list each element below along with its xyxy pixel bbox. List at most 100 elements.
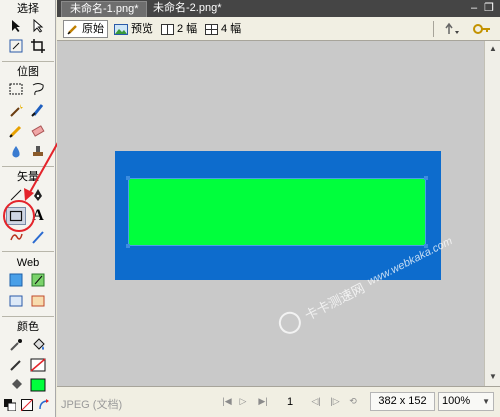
zoom-value: 100% xyxy=(442,395,471,407)
lasso-tool[interactable] xyxy=(28,80,48,98)
toolbox-section-colors: 颜色 xyxy=(17,321,39,333)
toolbox-section-select: 选择 xyxy=(17,3,39,15)
scroll-up-arrow-icon[interactable]: ▲ xyxy=(487,43,499,55)
view-4up-button[interactable]: 4 幅 xyxy=(202,20,244,38)
magic-wand-icon xyxy=(10,104,23,117)
pencil-tool[interactable] xyxy=(6,122,26,140)
fill-color-swatch[interactable] xyxy=(28,376,48,394)
pointer-tool[interactable] xyxy=(6,17,26,35)
hide-slices-icon xyxy=(9,295,23,307)
pencil-icon xyxy=(67,25,77,35)
scale-tool[interactable] xyxy=(6,37,26,55)
green-swatch-icon xyxy=(30,378,46,392)
brush-tool[interactable] xyxy=(28,101,48,119)
blur-tool[interactable] xyxy=(6,143,26,161)
fill-color-control[interactable] xyxy=(6,376,26,394)
preview-in-browser-button[interactable] xyxy=(469,20,497,38)
play-icon[interactable]: ▷ xyxy=(237,395,249,407)
view-2up-label: 2 幅 xyxy=(177,23,198,35)
subselect-arrow-icon xyxy=(33,19,44,33)
chevron-down-icon: ▼ xyxy=(482,397,490,406)
pointer-arrow-icon xyxy=(12,20,20,32)
stroke-color-control[interactable] xyxy=(6,356,26,374)
view-preview-button[interactable]: 预览 xyxy=(111,20,156,38)
hotspot-icon xyxy=(9,273,23,287)
hotspot-tool[interactable] xyxy=(6,271,26,289)
view-original-button[interactable]: 原始 xyxy=(63,20,108,38)
view-original-label: 原始 xyxy=(82,23,104,35)
green-rectangle[interactable] xyxy=(128,178,426,246)
view-preview-label: 预览 xyxy=(131,23,153,35)
status-bar: JPEG (文档) |◀ ▷ ▶| 1 ◁| |▷ ⟲ 382 x 152 10… xyxy=(57,386,500,417)
scroll-down-arrow-icon[interactable]: ▼ xyxy=(487,371,499,383)
document-tab-bar: 未命名-1.png* 未命名-2.png* – ❐ xyxy=(57,0,500,17)
minimize-button[interactable]: – xyxy=(468,1,480,15)
current-frame-number: 1 xyxy=(287,396,294,408)
eyedropper-icon xyxy=(10,339,22,351)
scale-icon xyxy=(9,39,23,53)
stroke-color-swatch[interactable] xyxy=(28,356,48,374)
view-4up-label: 4 幅 xyxy=(221,23,242,35)
swap-colors-icon xyxy=(39,399,49,410)
no-stroke-fill-button[interactable] xyxy=(19,396,35,414)
vertical-scrollbar[interactable]: ▲ ▼ xyxy=(484,41,500,386)
restore-button[interactable]: ❐ xyxy=(483,1,495,15)
image-preview-icon xyxy=(114,23,128,35)
crop-tool[interactable] xyxy=(28,37,48,55)
subselect-tool[interactable] xyxy=(28,17,48,35)
eraser-tool[interactable] xyxy=(28,122,48,140)
swap-colors-button[interactable] xyxy=(36,396,52,414)
default-colors-icon xyxy=(4,399,16,411)
toolbox-divider xyxy=(2,316,54,317)
document-tab-1[interactable]: 未命名-1.png* xyxy=(61,1,148,17)
no-color-icon xyxy=(21,399,33,411)
canvas-area[interactable]: 卡卡测速网 www.webkaka.com xyxy=(61,45,480,385)
annotation-circle xyxy=(3,200,35,232)
pen-tool[interactable] xyxy=(28,186,48,204)
toolbox-section-bitmap: 位图 xyxy=(17,66,39,78)
image-dimensions[interactable]: 382 x 152 xyxy=(370,392,435,411)
view-mode-bar: 原始 预览 2 幅 4 幅 xyxy=(57,17,500,41)
paint-bucket-icon xyxy=(33,338,45,350)
selection-handle[interactable] xyxy=(126,244,130,248)
water-drop-icon xyxy=(12,146,20,158)
export-arrow-icon xyxy=(445,22,459,34)
lasso-icon xyxy=(32,83,44,96)
hide-slices-button[interactable] xyxy=(6,292,26,310)
selection-handle[interactable] xyxy=(424,176,428,180)
eraser-icon xyxy=(31,125,45,137)
slice-tool[interactable] xyxy=(28,271,48,289)
default-colors-button[interactable] xyxy=(2,396,18,414)
toolbox-section-web: Web xyxy=(16,257,40,269)
view-2up-button[interactable]: 2 幅 xyxy=(158,20,200,38)
loop-icon[interactable]: ⟲ xyxy=(347,395,359,407)
knife-icon xyxy=(32,231,44,244)
magic-wand-tool[interactable] xyxy=(6,101,26,119)
pencil-icon xyxy=(9,125,22,138)
toolbox-divider xyxy=(2,251,54,252)
browser-key-icon xyxy=(473,24,490,34)
pen-icon xyxy=(34,189,42,201)
zoom-select[interactable]: 100% ▼ xyxy=(438,392,494,411)
rubber-stamp-tool[interactable] xyxy=(28,143,48,161)
viewbar-divider xyxy=(433,21,434,37)
file-type-label: JPEG (文档) xyxy=(61,399,123,411)
marquee-tool[interactable] xyxy=(6,80,26,98)
quick-export-button[interactable] xyxy=(440,20,466,38)
previous-frame-icon[interactable]: ◁| xyxy=(310,395,322,407)
next-frame-icon[interactable]: |▷ xyxy=(329,395,341,407)
selection-handle[interactable] xyxy=(126,176,130,180)
rubber-stamp-icon xyxy=(33,146,43,156)
eyedropper-tool[interactable] xyxy=(6,336,26,354)
last-frame-icon[interactable]: ▶| xyxy=(257,395,269,407)
watermark-logo-icon xyxy=(275,308,305,338)
pencil-stroke-icon xyxy=(10,360,21,371)
show-slices-button[interactable] xyxy=(28,292,48,310)
slice-icon xyxy=(31,273,45,287)
document-tab-2[interactable]: 未命名-2.png* xyxy=(145,1,229,17)
paint-bucket-tool[interactable] xyxy=(28,336,48,354)
toolbox-section-vector: 矢量 xyxy=(17,171,39,183)
knife-tool[interactable] xyxy=(28,228,48,246)
document-window: 未命名-1.png* 未命名-2.png* – ❐ 原始 预览 2 幅 4 幅 xyxy=(57,0,500,417)
first-frame-icon[interactable]: |◀ xyxy=(221,395,233,407)
